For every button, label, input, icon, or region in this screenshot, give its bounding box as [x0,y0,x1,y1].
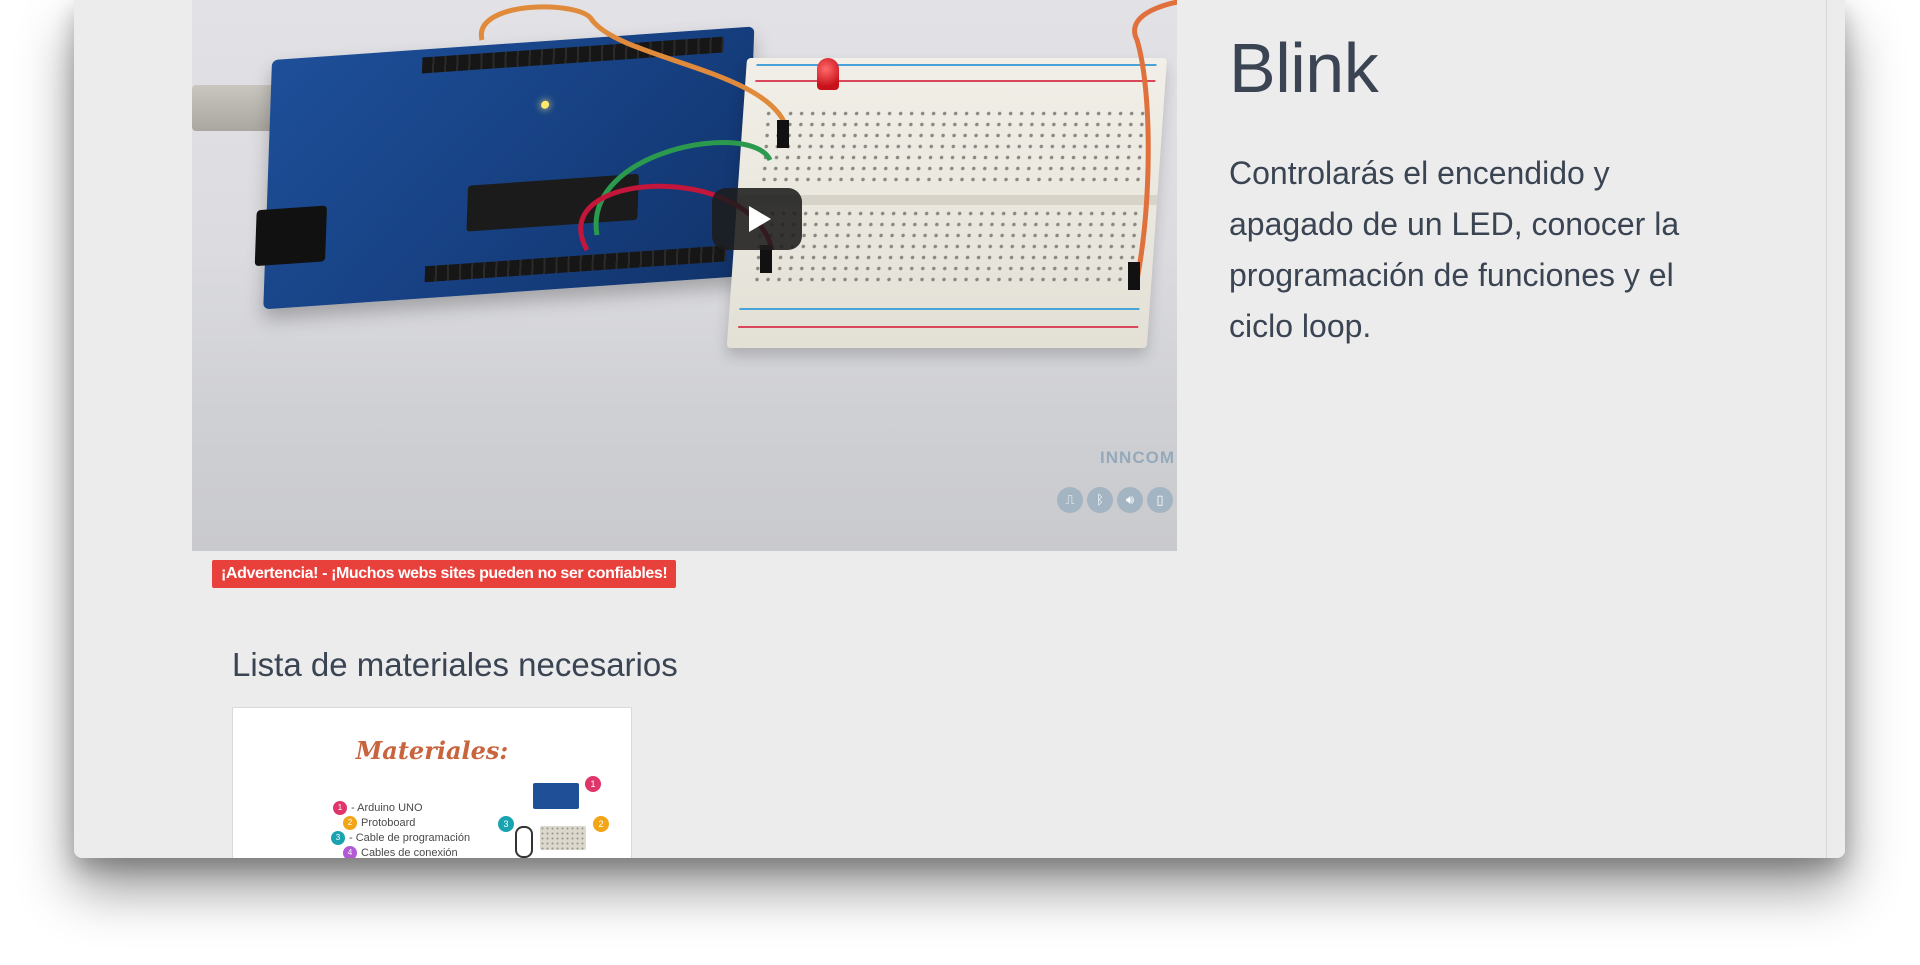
thumb-badge: 2 [593,816,609,832]
list-item: 3 - Cable de programación [331,830,470,845]
jumper-wires [479,0,1177,290]
list-item: 4 Cables de conexión [343,845,470,858]
scrollbar[interactable] [1826,0,1845,858]
materials-card-title: Materiales: [355,736,509,765]
lesson-description: Controlarás el encendido y apagado de un… [1229,155,1680,344]
arduino-thumbnail [533,783,579,809]
materials-image[interactable]: Materiales: 1 - Arduino UNO 2 Protoboard… [232,707,632,858]
materials-list: 1 - Arduino UNO 2 Protoboard 3 - Cable d… [331,800,470,858]
thumb-badge: 1 [585,776,601,792]
phone-icon: ▯ [1147,487,1173,513]
page-title: Blink [1229,29,1379,107]
bluetooth-icon: ᛒ [1087,487,1113,513]
warning-banner: ¡Advertencia! - ¡Muchos webs sites puede… [212,560,677,588]
lesson-video[interactable]: INNCOM ⎍ ᛒ 🔊︎ ▯ [192,0,1177,551]
protoboard-thumbnail [540,826,586,850]
usb-icon: ⎍ [1057,487,1083,513]
video-watermark: INNCOM [1100,448,1175,467]
list-item: 1 - Arduino UNO [333,800,470,815]
speaker-icon: 🔊︎ [1117,487,1143,513]
cable-thumbnail [515,826,533,858]
play-button[interactable] [712,188,802,250]
browser-window: INNCOM ⎍ ᛒ 🔊︎ ▯ ¡Advertencia! - ¡Muchos … [74,0,1845,858]
thumb-badge: 3 [498,816,514,832]
play-icon [748,206,771,232]
watermark-icons: ⎍ ᛒ 🔊︎ ▯ [1057,487,1173,513]
materials-heading: Lista de materiales necesarios [232,646,678,683]
list-item: 2 Protoboard [343,815,470,830]
